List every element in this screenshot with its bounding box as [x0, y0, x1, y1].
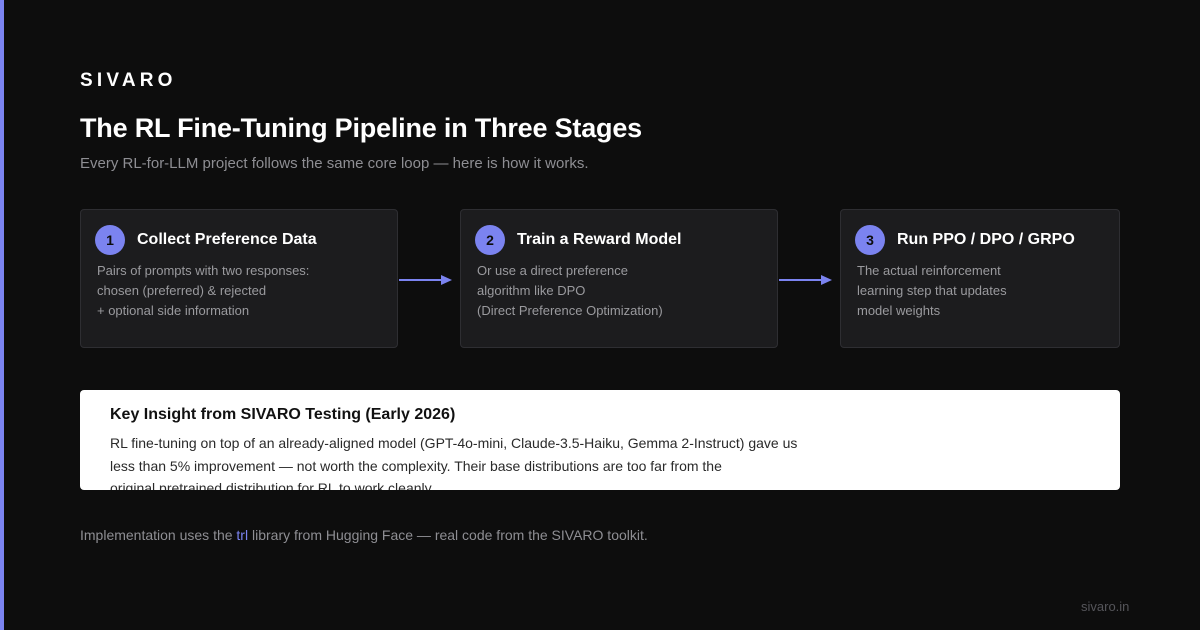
stage-card-3: 3 Run PPO / DPO / GRPO The actual reinfo…: [840, 209, 1120, 348]
arrow-right-icon: [399, 275, 452, 285]
brand-logo: SIVARO: [80, 70, 177, 91]
page-subtitle: Every RL-for-LLM project follows the sam…: [80, 155, 589, 172]
site-url: sivaro.in: [1081, 599, 1130, 614]
insight-body: RL fine-tuning on top of an already-alig…: [110, 432, 797, 490]
footer-suffix: library from Hugging Face — real code fr…: [248, 527, 648, 543]
stage-card-2: 2 Train a Reward Model Or use a direct p…: [460, 209, 778, 348]
stage-description-line: + optional side information: [97, 303, 250, 318]
stage-title: Collect Preference Data: [137, 231, 317, 248]
stage-number-badge: 1: [95, 225, 125, 255]
stage-description-line: model weights: [857, 303, 941, 318]
arrow-right-icon: [779, 275, 832, 285]
stage-description-line: chosen (preferred) & rejected: [97, 283, 267, 298]
accent-bar: [0, 0, 4, 630]
insight-card: Key Insight from SIVARO Testing (Early 2…: [80, 390, 1120, 490]
stage-description-line: Or use a direct preference: [477, 263, 629, 278]
footer-note: Implementation uses the trl library from…: [80, 527, 648, 543]
page-title: The RL Fine-Tuning Pipeline in Three Sta…: [80, 113, 642, 143]
stage-description: Pairs of prompts with two responses: cho…: [97, 261, 309, 321]
footer-prefix: Implementation uses the: [80, 527, 237, 543]
stage-description-line: Pairs of prompts with two responses:: [97, 263, 310, 278]
stage-description-line: The actual reinforcement: [857, 263, 1001, 278]
insight-line: less than 5% improvement — not worth the…: [110, 457, 722, 474]
insight-line: RL fine-tuning on top of an already-alig…: [110, 435, 798, 451]
stage-title: Train a Reward Model: [517, 231, 682, 248]
trl-library-link[interactable]: trl: [236, 527, 248, 543]
stage-description-line: learning step that updates: [857, 283, 1007, 298]
insight-line: original pretrained distribution for RL …: [110, 480, 435, 490]
stage-title: Run PPO / DPO / GRPO: [897, 231, 1075, 248]
stage-card-1: 1 Collect Preference Data Pairs of promp…: [80, 209, 398, 348]
stage-description-line: (Direct Preference Optimization): [477, 303, 663, 318]
stage-number-badge: 2: [475, 225, 505, 255]
stage-description: The actual reinforcement learning step t…: [857, 261, 1007, 321]
stage-description-line: algorithm like DPO: [477, 283, 586, 298]
stage-number-badge: 3: [855, 225, 885, 255]
insight-title: Key Insight from SIVARO Testing (Early 2…: [110, 406, 456, 423]
stage-description: Or use a direct preference algorithm lik…: [477, 261, 663, 321]
